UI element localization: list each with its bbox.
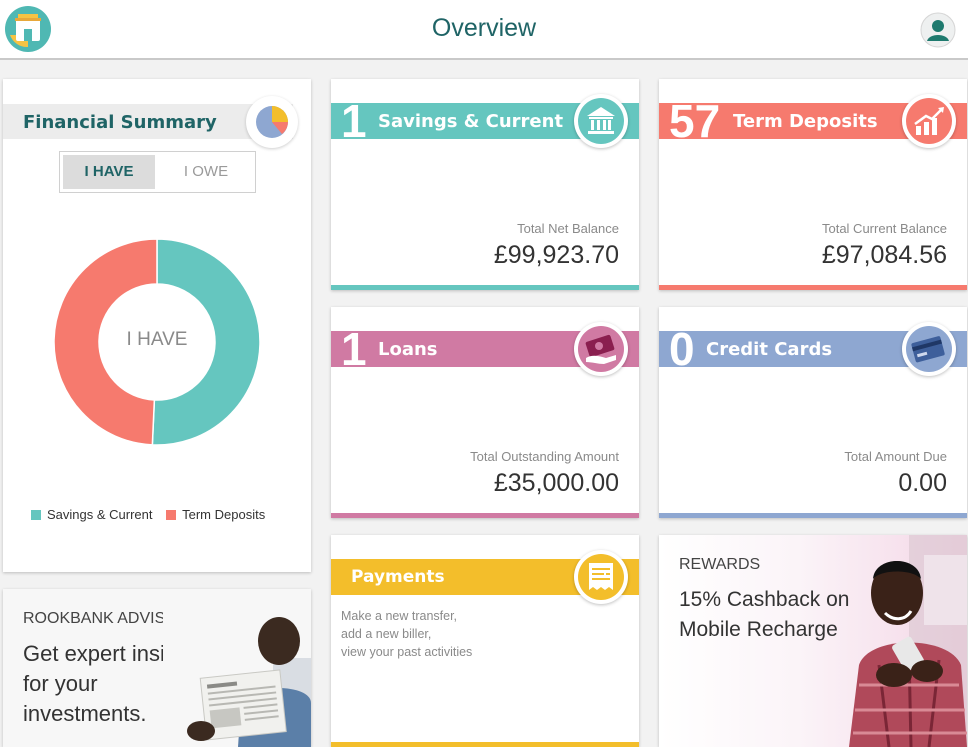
payments-line: add a new biller, [341, 627, 432, 641]
tile-title: Term Deposits [733, 111, 878, 132]
page-title: Overview [431, 14, 537, 42]
tile-count: 0 [669, 323, 695, 375]
tile-title: Loans [378, 339, 438, 360]
credit-cards-tile[interactable]: Credit Cards 0 Total Amount Due 0.00 [659, 307, 967, 518]
payments-line: view your past activities [341, 645, 473, 659]
tab-i-have[interactable]: I HAVE [63, 155, 155, 189]
tile-count: 57 [669, 95, 721, 147]
money-hand-icon [574, 322, 628, 376]
legend-label-savings: Savings & Current [47, 507, 153, 522]
legend-label-term: Term Deposits [182, 507, 266, 522]
savings-current-tile[interactable]: Savings & Current 1 Total Net Balance £9… [331, 79, 639, 290]
tile-subtitle: Total Outstanding Amount [470, 449, 619, 464]
term-deposits-tile[interactable]: Term Deposits 57 Total Current Balance £… [659, 79, 967, 290]
tile-accent-bar [331, 742, 639, 747]
tile-amount: 0.00 [898, 469, 947, 497]
financial-summary-title: Financial Summary [23, 112, 217, 133]
tile-accent-bar [331, 285, 639, 290]
receipt-icon [574, 550, 628, 604]
growth-chart-icon [902, 94, 956, 148]
donut-center-label: I HAVE [126, 329, 188, 350]
tile-count: 1 [341, 95, 367, 147]
payments-description: Make a new transfer, add a new biller, v… [341, 607, 472, 661]
rewards-headline-line: 15% Cashback on [679, 588, 850, 611]
rewards-kicker: REWARDS [679, 556, 761, 573]
tile-title: Savings & Current [378, 111, 564, 132]
legend-swatch-term [166, 509, 177, 520]
pie-chart-icon [246, 96, 298, 148]
payments-tile[interactable]: Payments Make a new transfer, add a new … [331, 535, 639, 747]
legend-item-term: Term Deposits [166, 507, 265, 522]
tile-accent-bar [659, 285, 967, 290]
tile-amount: £99,923.70 [493, 241, 619, 269]
advisors-promo-card[interactable]: ROOKBANK ADVISORS Get expert insights fo… [3, 589, 311, 747]
tile-count: 1 [341, 323, 367, 375]
tile-accent-bar [659, 513, 967, 518]
tile-title: Payments [351, 567, 445, 587]
rewards-headline-line: Mobile Recharge [679, 618, 838, 641]
loans-tile[interactable]: Loans 1 Total Outstanding Amount £35,000… [331, 307, 639, 518]
tile-title: Credit Cards [706, 339, 833, 360]
rewards-promo-card[interactable]: REWARDS 15% Cashback on Mobile Recharge [659, 535, 967, 747]
rewards-headline: 15% Cashback on Mobile Recharge [679, 585, 849, 645]
top-bar: Overview [0, 0, 968, 60]
credit-card-icon [902, 322, 956, 376]
legend-swatch-savings [31, 509, 41, 520]
legend-item-savings: Savings & Current [31, 507, 153, 522]
tile-amount: £35,000.00 [493, 469, 619, 497]
tile-subtitle: Total Net Balance [517, 221, 619, 236]
have-owe-toggle: I HAVE I OWE [59, 151, 256, 193]
tile-accent-bar [331, 513, 639, 518]
man-reading-newspaper-image [163, 603, 311, 747]
tile-amount: £97,084.56 [821, 241, 947, 269]
bank-building-icon [574, 94, 628, 148]
tile-subtitle: Total Amount Due [844, 449, 947, 464]
chart-legend: Savings & Current Term Deposits [31, 507, 275, 522]
financial-summary-card: Financial Summary I HAVE I OWE I HAVE Sa… [3, 79, 311, 572]
payments-line: Make a new transfer, [341, 609, 458, 623]
tile-subtitle: Total Current Balance [821, 221, 947, 236]
user-avatar-icon[interactable] [920, 12, 956, 48]
tab-i-owe[interactable]: I OWE [160, 155, 252, 189]
